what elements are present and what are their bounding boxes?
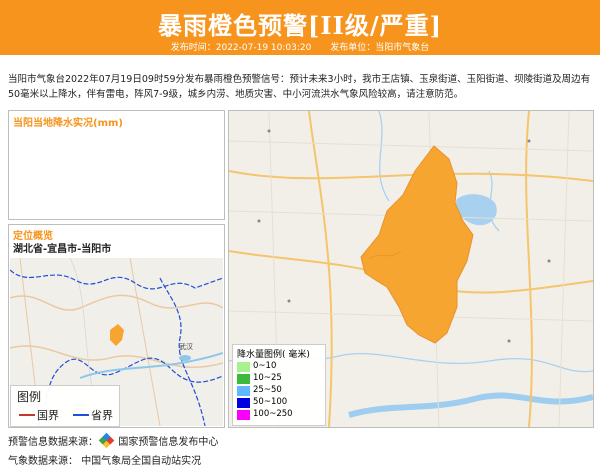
alert-header: 暴雨橙色预警[II级/严重] 发布时间：2022-07-19 10:03:20 … [0, 0, 600, 55]
legend-line-national [19, 414, 35, 416]
location-panel: 定位概览 湖北省-宜昌市-当阳市 武汉 图例 国界 省界 [8, 224, 225, 428]
location-region: 湖北省-宜昌市-当阳市 [13, 244, 112, 255]
alert-description: 当阳市气象台2022年07月19日09时59分发布暴雨橙色预警信号：预计未来3小… [8, 74, 591, 100]
overview-city-label: 武汉 [179, 343, 193, 351]
alert-meta: 发布时间：2022-07-19 10:03:20 发布单位：当阳市气象台 [0, 40, 600, 53]
rain-label-0: 0~10 [253, 361, 277, 371]
publish-time: 发布时间：2022-07-19 10:03:20 [170, 43, 312, 53]
weather-source-label: 气象数据来源： [8, 456, 78, 467]
warning-source: 预警信息数据来源： 国家预警信息发布中心 [8, 432, 219, 449]
weather-source: 气象数据来源： 中国气象局全国自动站实况 [8, 452, 201, 467]
legend-label-provincial: 省界 [91, 409, 113, 422]
publisher: 发布单位：当阳市气象台 [330, 43, 430, 53]
warning-source-value: 国家预警信息发布中心 [118, 437, 219, 448]
rain-label-1: 10~25 [253, 373, 282, 383]
rain-label-2: 25~50 [253, 385, 282, 395]
warning-logo-icon [98, 432, 115, 449]
legend-line-provincial [73, 414, 89, 416]
rain-swatch-1 [237, 374, 250, 384]
rain-legend: 降水量图例( 毫米) 0~10 10~25 25~50 50~100 100~2… [232, 344, 326, 426]
weather-source-value: 中国气象局全国自动站实况 [81, 456, 202, 467]
rain-legend-title: 降水量图例( 毫米) [237, 350, 310, 360]
alert-title: 暴雨橙色预警[II级/严重] [158, 11, 442, 40]
rain-swatch-3 [237, 398, 250, 408]
rain-label-3: 50~100 [253, 397, 288, 407]
rain-swatch-4 [237, 410, 250, 420]
overview-legend: 图例 国界 省界 [10, 385, 120, 427]
rain-swatch-0 [237, 362, 250, 372]
rain-label-4: 100~250 [253, 409, 293, 419]
rainfall-panel: 当阳当地降水实况(mm) [8, 110, 225, 220]
warning-source-label: 预警信息数据来源： [8, 437, 98, 448]
main-map[interactable]: 降水量图例( 毫米) 0~10 10~25 25~50 50~100 100~2… [228, 110, 594, 428]
rain-swatch-2 [237, 386, 250, 396]
overview-legend-title: 图例 [17, 390, 42, 404]
rainfall-panel-title: 当阳当地降水实况(mm) [13, 118, 123, 129]
legend-label-national: 国界 [37, 409, 59, 422]
